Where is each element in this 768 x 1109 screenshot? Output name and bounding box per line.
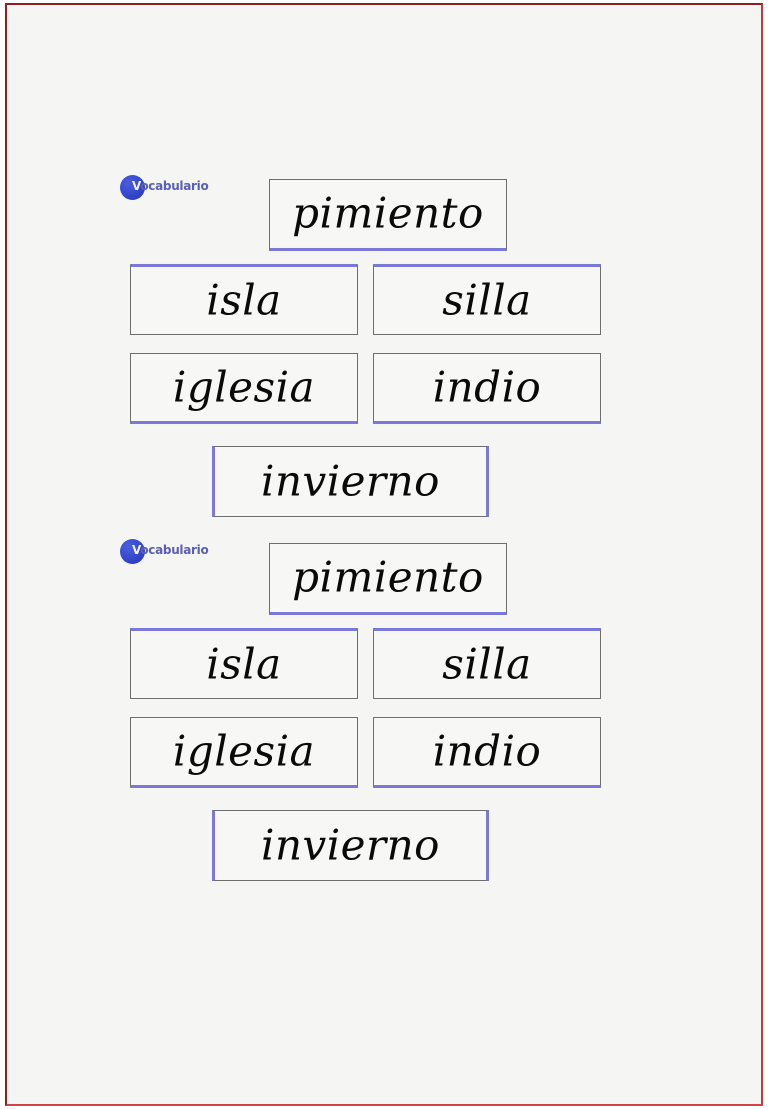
word-card-indio[interactable]: indio (373, 717, 601, 788)
word-text: pimiento (292, 552, 484, 602)
word-text: invierno (261, 820, 440, 870)
word-text: isla (206, 275, 282, 325)
word-card-invierno[interactable]: invierno (212, 810, 489, 881)
word-text: indio (432, 726, 542, 776)
word-text: pimiento (292, 188, 484, 238)
word-card-pimiento[interactable]: pimiento (269, 543, 507, 615)
word-card-iglesia[interactable]: iglesia (130, 717, 358, 788)
word-card-invierno[interactable]: invierno (212, 446, 489, 517)
word-text: indio (432, 362, 542, 412)
word-card-iglesia[interactable]: iglesia (130, 353, 358, 424)
word-text: silla (442, 639, 532, 689)
word-card-isla[interactable]: isla (130, 264, 358, 335)
logo-rest: ocabulario (140, 179, 209, 193)
word-text: silla (442, 275, 532, 325)
logo-label: Vocabulario (132, 179, 209, 193)
word-text: isla (206, 639, 282, 689)
logo-rest: ocabulario (140, 543, 209, 557)
worksheet-page: Vocabulario pimiento isla silla iglesia … (0, 0, 768, 1109)
word-text: iglesia (172, 726, 316, 776)
logo-label: Vocabulario (132, 543, 209, 557)
vocabulario-logo: Vocabulario (119, 538, 227, 566)
vocabulario-logo: Vocabulario (119, 174, 227, 202)
word-card-isla[interactable]: isla (130, 628, 358, 699)
word-card-silla[interactable]: silla (373, 264, 601, 335)
word-text: iglesia (172, 362, 316, 412)
word-text: invierno (261, 456, 440, 506)
worksheet-sheet: Vocabulario pimiento isla silla iglesia … (5, 3, 763, 1106)
word-card-pimiento[interactable]: pimiento (269, 179, 507, 251)
word-card-silla[interactable]: silla (373, 628, 601, 699)
word-card-indio[interactable]: indio (373, 353, 601, 424)
